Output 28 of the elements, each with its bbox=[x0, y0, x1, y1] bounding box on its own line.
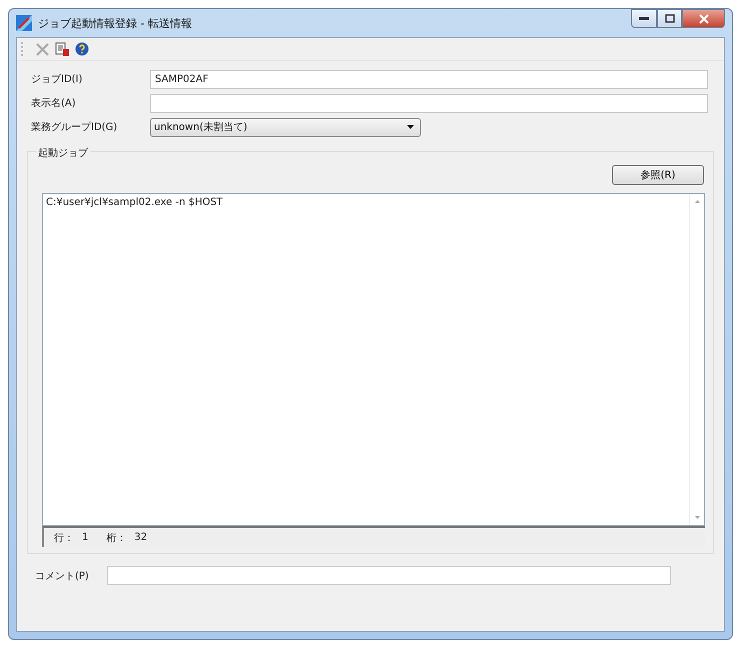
status-label: 桁： bbox=[106, 532, 126, 544]
status-label: 行： bbox=[54, 532, 74, 544]
field-label: 表示名(A) bbox=[31, 96, 77, 110]
toolbar-button[interactable] bbox=[54, 41, 70, 57]
status-value: 32 bbox=[134, 532, 148, 543]
minimize-icon bbox=[639, 16, 649, 20]
maximize-button[interactable] bbox=[657, 9, 682, 28]
window-title: ジョブ起動情報登録 - 転送情報 bbox=[38, 16, 192, 30]
input-field[interactable] bbox=[150, 94, 708, 112]
minimize-button[interactable] bbox=[631, 9, 657, 28]
maximize-icon bbox=[664, 14, 674, 23]
help-icon bbox=[75, 42, 89, 56]
toolbar-button[interactable] bbox=[74, 41, 90, 57]
dropdown-arrow-icon bbox=[407, 125, 414, 129]
comment-field[interactable] bbox=[107, 566, 671, 585]
close-button[interactable] bbox=[682, 9, 725, 28]
app-icon bbox=[16, 15, 32, 31]
group-title: 起動ジョブ bbox=[36, 146, 90, 160]
input-field[interactable]: SAMP02AF bbox=[150, 70, 708, 88]
field-label: 業務グループID(G) bbox=[31, 120, 118, 134]
group-dropdown[interactable]: unknown(未割当て) bbox=[150, 118, 421, 136]
browse-button[interactable]: 参照(R) bbox=[612, 165, 704, 185]
close-icon bbox=[698, 14, 708, 24]
document-icon bbox=[54, 42, 70, 56]
field-label: コメント(P) bbox=[35, 570, 90, 582]
status-value: 1 bbox=[82, 532, 88, 543]
field-label: ジョブID(I) bbox=[31, 72, 84, 86]
close-icon bbox=[36, 42, 48, 56]
